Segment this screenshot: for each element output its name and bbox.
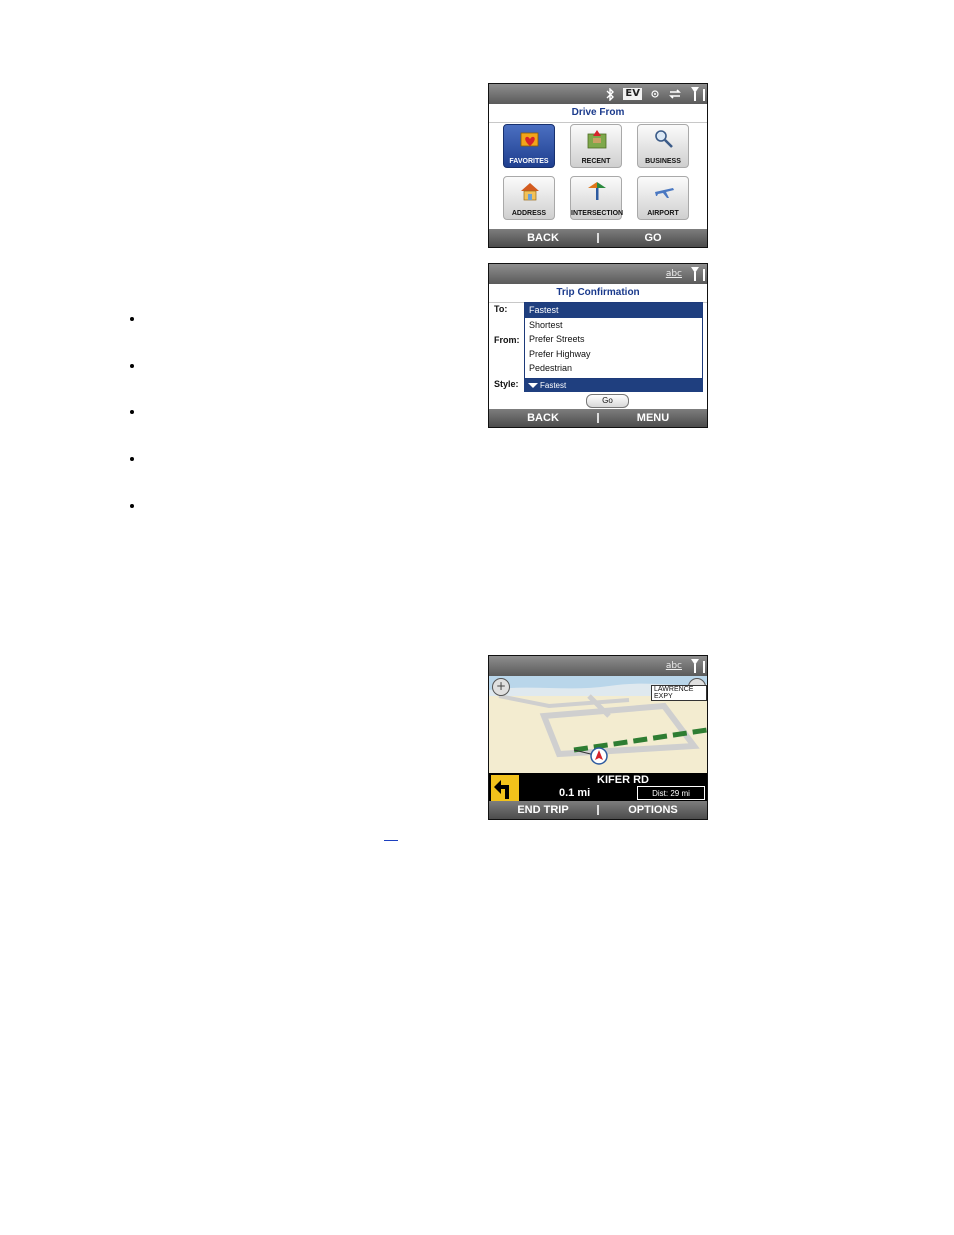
address-house-icon — [521, 183, 539, 201]
softkey-bar: END TRIP OPTIONS — [489, 801, 707, 819]
chevron-down-icon — [528, 383, 538, 388]
airport-tile[interactable]: AIRPORT — [637, 176, 689, 220]
signal-strength-icon — [690, 267, 705, 281]
favorites-folder-icon — [520, 132, 539, 147]
list-bullet — [130, 504, 134, 508]
zoom-in-icon[interactable]: + — [492, 678, 510, 696]
softkey-bar: BACK GO — [489, 229, 707, 247]
tile-label: BUSINESS — [645, 158, 681, 165]
tile-label: AIRPORT — [647, 210, 679, 217]
next-street-name: KIFER RD — [597, 774, 649, 786]
ev-data-icon: EV — [623, 88, 642, 100]
list-bullet — [130, 317, 134, 321]
signal-strength-icon — [690, 87, 705, 101]
input-mode-indicator: abc — [665, 661, 682, 671]
menu-softkey[interactable]: MENU — [599, 412, 707, 424]
bluetooth-icon — [606, 87, 615, 101]
distance-to-turn: 0.1 mi — [559, 787, 591, 799]
list-bullet — [130, 457, 134, 461]
turn-left-arrow-icon — [491, 775, 519, 801]
tile-label: ADDRESS — [511, 210, 547, 217]
option-pedestrian[interactable]: Pedestrian — [525, 361, 702, 376]
back-softkey[interactable]: BACK — [489, 232, 597, 244]
address-tile[interactable]: ADDRESS — [503, 176, 555, 220]
style-select[interactable]: Fastest — [524, 379, 703, 392]
business-search-icon — [655, 130, 673, 148]
airport-plane-icon — [655, 188, 674, 198]
tile-label: FAVORITES — [509, 158, 549, 165]
map-view[interactable]: + − LAWRENCE EXPY — [489, 676, 707, 774]
option-prefer-highway[interactable]: Prefer Highway — [525, 347, 702, 362]
sync-arrows-icon — [669, 89, 681, 99]
turn-instruction-bar: KIFER RD 0.1 mi Dist: 29 mi — [489, 773, 707, 803]
list-bullet — [130, 410, 134, 414]
to-label: To: — [494, 304, 508, 314]
trip-confirmation-screen: abc Trip Confirmation To: From: Style: F… — [488, 263, 708, 428]
current-position-icon — [590, 747, 608, 765]
page-title: Trip Confirmation — [489, 284, 707, 303]
favorites-tile[interactable]: FAVORITES — [503, 124, 555, 168]
back-softkey[interactable]: BACK — [489, 412, 597, 424]
tile-label: RECENT — [581, 158, 611, 165]
options-softkey[interactable]: OPTIONS — [599, 804, 707, 816]
option-prefer-streets[interactable]: Prefer Streets — [525, 332, 702, 347]
intersection-sign-icon — [588, 182, 606, 200]
go-softkey[interactable]: GO — [599, 232, 707, 244]
footnote-link[interactable] — [384, 840, 398, 841]
recent-tile[interactable]: RECENT — [570, 124, 622, 168]
drive-from-options-grid: FAVORITES RECENT BUSINESS ADDRESS INTERS… — [503, 124, 693, 222]
option-shortest[interactable]: Shortest — [525, 318, 702, 333]
option-fastest[interactable]: Fastest — [525, 303, 702, 318]
end-trip-softkey[interactable]: END TRIP — [489, 804, 597, 816]
total-distance: Dist: 29 mi — [637, 786, 705, 800]
navigation-screen: abc + − LAWRENCE EXPY KIFER RD 0.1 mi Di… — [488, 655, 708, 820]
input-mode-indicator: abc — [665, 269, 682, 279]
status-bar: EV — [489, 84, 707, 104]
style-select-value: Fastest — [540, 381, 567, 390]
drive-from-screen: EV Drive From FAVORITES RECENT BUSINESS … — [488, 83, 708, 248]
business-tile[interactable]: BUSINESS — [637, 124, 689, 168]
status-bar: abc — [489, 656, 707, 676]
map-street-label: LAWRENCE EXPY — [651, 685, 707, 701]
signal-strength-icon — [690, 659, 705, 673]
page-title: Drive From — [489, 104, 707, 123]
softkey-bar: BACK MENU — [489, 409, 707, 427]
route-style-dropdown-list: Fastest Shortest Prefer Streets Prefer H… — [524, 302, 703, 379]
settings-gear-icon — [651, 90, 659, 98]
intersection-tile[interactable]: INTERSECTION — [570, 176, 624, 220]
list-bullet — [130, 364, 134, 368]
tile-label: INTERSECTION — [571, 210, 624, 217]
style-label: Style: — [494, 379, 519, 389]
recent-map-icon — [587, 130, 607, 149]
status-bar: abc — [489, 264, 707, 284]
from-label: From: — [494, 335, 520, 345]
go-button[interactable]: Go — [586, 394, 629, 408]
